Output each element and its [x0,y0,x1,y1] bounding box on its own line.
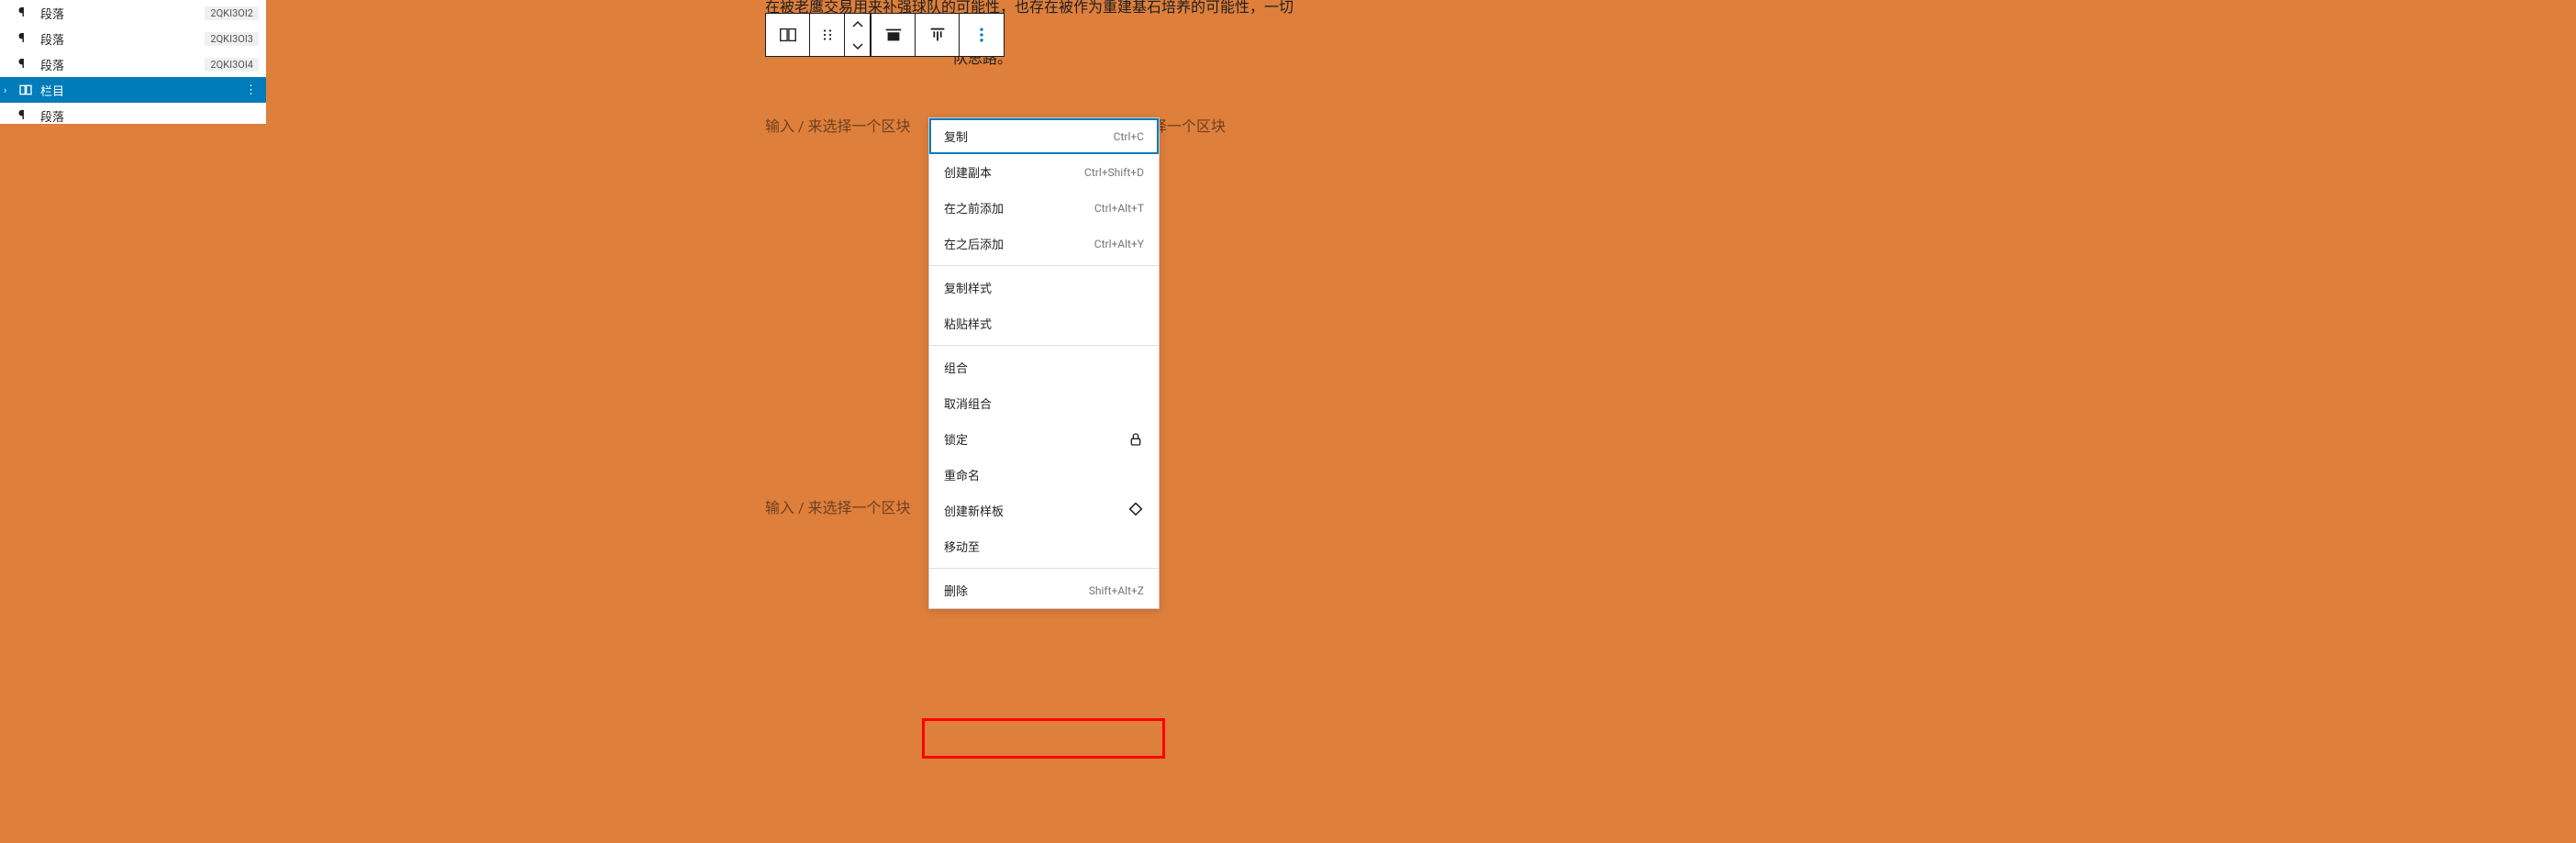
menu-item-create-pattern[interactable]: 创建新样板 [929,493,1159,528]
list-item-paragraph[interactable]: ¶ 段落 2QKI3OI4 [0,51,266,77]
list-item-columns[interactable]: › 栏目 ⋮ [0,77,266,103]
menu-shortcut: Ctrl+Alt+T [1094,202,1144,215]
paragraph-icon: ¶ [18,31,40,46]
move-down-button[interactable] [845,35,870,56]
lock-icon [1127,431,1144,448]
menu-divider [929,568,1159,569]
menu-item-paste-styles[interactable]: 粘贴样式 [929,305,1159,341]
columns-icon [18,83,40,97]
more-options-button[interactable] [960,14,1004,56]
menu-divider [929,345,1159,346]
menu-label: 取消组合 [944,394,992,412]
paragraph-icon: ¶ [18,57,40,72]
menu-item-copy-styles[interactable]: 复制样式 [929,270,1159,305]
block-placeholder[interactable]: 择一个区块 [1152,114,1226,136]
annotation-highlight [922,718,1165,759]
menu-label: 删除 [944,582,968,599]
block-context-menu: 复制 Ctrl+C 创建副本 Ctrl+Shift+D 在之前添加 Ctrl+A… [928,117,1160,609]
menu-label: 创建新样板 [944,502,1004,519]
menu-item-add-before[interactable]: 在之前添加 Ctrl+Alt+T [929,190,1159,226]
menu-label: 重命名 [944,466,980,483]
menu-label: 在之前添加 [944,199,1004,216]
move-up-button[interactable] [845,14,870,35]
block-toolbar [765,13,1005,57]
list-item-badge: 2QKI3OI3 [205,32,259,46]
drag-handle-button[interactable] [810,14,845,56]
menu-item-duplicate[interactable]: 创建副本 Ctrl+Shift+D [929,154,1159,190]
chevron-right-icon: › [4,84,6,96]
menu-label: 组合 [944,359,968,376]
editor-canvas: 在被老鹰交易用来补强球队的可能性，也存在被作为重建基石培养的可能性，一切 队思路… [266,0,2576,843]
menu-item-rename[interactable]: 重命名 [929,457,1159,493]
menu-shortcut: Ctrl+C [1114,130,1144,143]
menu-shortcut: Ctrl+Shift+D [1084,166,1144,179]
list-item-paragraph[interactable]: ¶ 段落 [0,103,266,128]
menu-label: 复制 [944,128,968,145]
list-item-label: 段落 [40,56,64,73]
menu-shortcut: Shift+Alt+Z [1089,584,1144,597]
block-placeholder[interactable]: 输入 / 来选择一个区块 [765,495,911,517]
menu-label: 复制样式 [944,279,992,296]
list-item-paragraph[interactable]: ¶ 段落 2QKI3OI2 [0,0,266,26]
list-item-label: 段落 [40,107,64,125]
block-placeholder[interactable]: 输入 / 来选择一个区块 [765,114,911,136]
menu-label: 移动至 [944,538,980,555]
vertical-align-button[interactable] [916,14,960,56]
menu-item-ungroup[interactable]: 取消组合 [929,385,1159,421]
list-item-badge: 2QKI3OI4 [205,58,259,72]
menu-label: 创建副本 [944,163,992,181]
menu-shortcut: Ctrl+Alt+Y [1094,238,1144,250]
block-type-button[interactable] [766,14,810,56]
menu-item-delete[interactable]: 删除 Shift+Alt+Z [929,572,1159,608]
menu-divider [929,265,1159,266]
list-item-badge: 2QKI3OI2 [205,6,259,20]
pattern-icon [1127,503,1144,519]
list-item-label: 段落 [40,5,64,22]
menu-item-lock[interactable]: 锁定 [929,421,1159,457]
block-list-sidebar: ¶ 段落 2QKI3OI2 ¶ 段落 2QKI3OI3 ¶ 段落 2QKI3OI… [0,0,266,124]
paragraph-icon: ¶ [18,6,40,20]
menu-item-move-to[interactable]: 移动至 [929,528,1159,564]
menu-label: 粘贴样式 [944,315,992,332]
list-item-paragraph[interactable]: ¶ 段落 2QKI3OI3 [0,26,266,51]
menu-item-group[interactable]: 组合 [929,349,1159,385]
menu-label: 在之后添加 [944,235,1004,252]
list-item-label: 栏目 [40,82,64,99]
menu-item-add-after[interactable]: 在之后添加 Ctrl+Alt+Y [929,226,1159,261]
menu-item-copy[interactable]: 复制 Ctrl+C [929,118,1159,154]
more-options-icon[interactable]: ⋮ [245,83,257,97]
list-item-label: 段落 [40,30,64,48]
menu-label: 锁定 [944,430,968,448]
align-button[interactable] [872,14,916,56]
paragraph-icon: ¶ [18,108,40,123]
